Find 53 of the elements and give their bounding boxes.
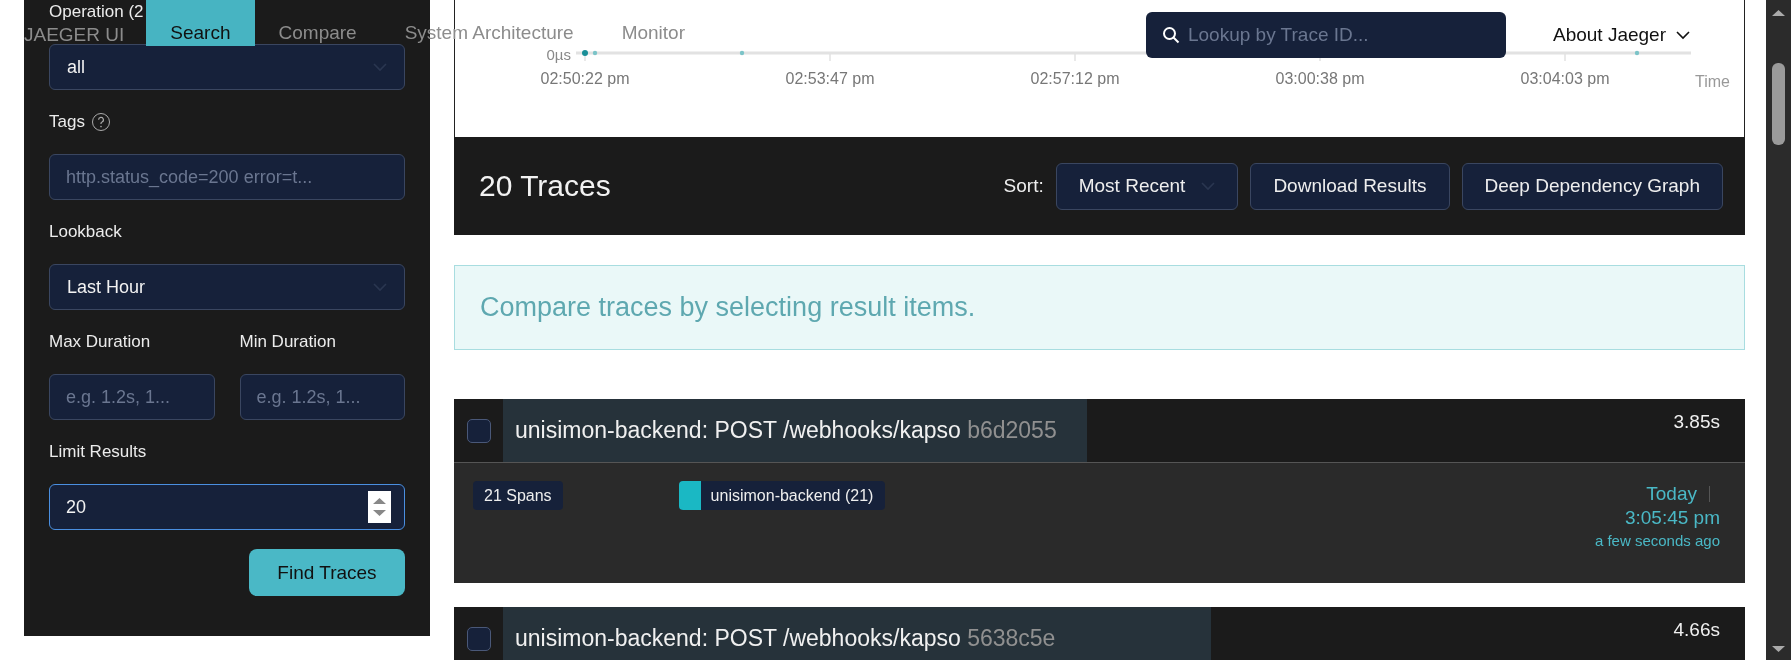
header-button[interactable]: Download Results <box>1250 162 1450 210</box>
nav-tab[interactable]: Compare <box>254 0 381 46</box>
select-field[interactable]: Last Hour <box>49 264 405 310</box>
trace-dot[interactable] <box>592 50 598 56</box>
help-icon[interactable] <box>90 112 111 132</box>
number-field[interactable]: 20 <box>49 484 405 530</box>
trace-header[interactable]: unisimon-backend: POST /webhooks/kapso b6d2055 3.85s <box>454 399 1745 462</box>
trace-title[interactable]: unisimon-backend: POST /webhooks/kapso 5638c5e <box>503 625 1056 652</box>
checkbox[interactable] <box>466 626 491 651</box>
field-label: Limit Results <box>49 442 147 462</box>
trace-dot[interactable] <box>1634 50 1640 56</box>
brand-title[interactable]: JAEGER UI <box>24 24 125 46</box>
input-field[interactable]: e.g. 1.2s, 1... <box>49 374 215 420</box>
compare-hint: Compare traces by selecting result items. <box>480 292 976 323</box>
search-icon <box>1161 26 1180 44</box>
trace-duration: 3.85s <box>1673 411 1720 433</box>
sort-select[interactable]: Most Recent <box>1055 162 1239 210</box>
trace-search-field[interactable]: Lookup by Trace ID... <box>1145 12 1506 58</box>
about-menu[interactable]: About Jaeger <box>1552 24 1690 46</box>
trace-duration: 4.66s <box>1673 619 1720 641</box>
header-button[interactable]: Deep Dependency Graph <box>1461 162 1723 210</box>
axis-tick-label: 02:57:12 pm <box>1030 70 1120 87</box>
field-label: Tags <box>49 112 85 132</box>
trace-header[interactable]: unisimon-backend: POST /webhooks/kapso 5638c5e 4.66s <box>454 607 1745 660</box>
chevron-down-icon <box>1676 30 1690 40</box>
field-label: Lookback <box>49 222 122 242</box>
axis-tick-label: 03:04:03 pm <box>1520 70 1610 87</box>
relative-time: a few seconds ago <box>1594 531 1720 551</box>
sort-label: Sort: <box>1003 175 1044 197</box>
field-label: Min Duration <box>239 332 336 352</box>
scrollbar[interactable] <box>1766 0 1791 660</box>
input-field[interactable]: http.status_code=200 error=t... <box>49 154 405 200</box>
axis-title: Time <box>1695 73 1730 90</box>
axis-tick-label: 03:00:38 pm <box>1275 70 1365 87</box>
axis-tick-label: 02:53:47 pm <box>785 70 875 87</box>
trace-date: Today <box>1646 482 1697 506</box>
trace-dot[interactable] <box>582 50 588 56</box>
field-label: Max Duration <box>49 332 151 352</box>
service-tag: unisimon-backend (21) <box>678 481 886 510</box>
find-traces-button[interactable]: Find Traces <box>249 549 405 596</box>
trace-time: 3:05:45 pm <box>1624 506 1720 530</box>
trace-title[interactable]: unisimon-backend: POST /webhooks/kapso b6d2055 <box>503 417 1057 444</box>
spinner-icon[interactable] <box>368 491 391 523</box>
select-field[interactable]: all <box>49 44 405 90</box>
nav-tab[interactable]: Search <box>146 0 255 46</box>
axis-tick-label: 02:50:22 pm <box>540 70 630 87</box>
axis-tick-label: 0µs <box>546 46 571 63</box>
results-count: 20 Traces <box>479 169 611 203</box>
span-count-tag: 21 Spans <box>473 481 563 510</box>
field-label: Operation (2 <box>49 2 144 22</box>
input-field[interactable]: e.g. 1.2s, 1... <box>239 374 405 420</box>
trace-dot[interactable] <box>739 50 745 56</box>
checkbox[interactable] <box>466 418 491 443</box>
